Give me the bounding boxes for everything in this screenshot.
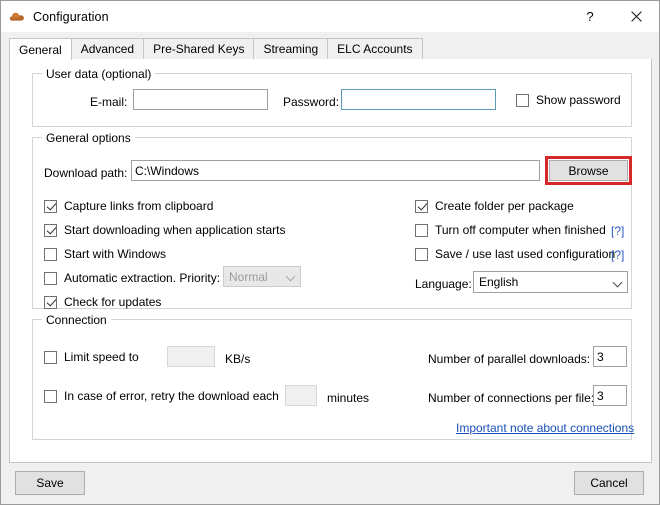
cloud-icon [9,9,25,25]
checkbox-save-use-last-used-configuration[interactable]: Save / use last used configuration [415,248,615,261]
general-options-group: General options Download path: Browse Ca… [32,131,632,309]
checkbox-create-folder-per-package[interactable]: Create folder per package [415,200,574,213]
kbs-label: KB/s [225,352,251,366]
create-folder-checkbox-box [415,200,428,213]
connections-per-file-input[interactable] [593,385,627,406]
general-tab-panel: User data (optional) E-mail: Password: S… [9,59,652,463]
title-bar: Configuration ? [1,1,659,32]
priority-dropdown[interactable]: Normal [223,266,301,287]
browse-button[interactable]: Browse [549,160,628,181]
password-label: Password: [283,95,340,109]
connection-group-title: Connection [42,313,111,327]
retry-minutes-input[interactable] [285,385,317,406]
tab-advanced-label: Advanced [80,42,135,56]
download-path-input[interactable] [131,160,540,181]
limit-speed-input[interactable] [167,346,215,367]
priority-dropdown-value: Normal [229,269,268,284]
tab-strip: General Advanced Pre-Shared Keys Streami… [9,38,652,60]
email-label: E-mail: [90,95,128,109]
tab-general-label: General [19,42,62,57]
general-options-group-title: General options [42,131,135,145]
check-for-updates-label: Check for updates [64,295,162,309]
tab-pre-shared-keys-label: Pre-Shared Keys [153,42,245,56]
save-last-config-help-link[interactable]: [?] [611,248,624,262]
language-label: Language: [415,277,472,291]
save-last-config-checkbox-box [415,248,428,261]
tab-elc-accounts-label: ELC Accounts [337,42,413,56]
turn-off-computer-checkbox-box [415,224,428,237]
download-path-label: Download path: [44,166,128,180]
window-title: Configuration [33,9,109,24]
checkbox-limit-speed-to[interactable]: Limit speed to [44,351,139,364]
configuration-window: Configuration ? General Advanced Pre-Sha… [0,0,660,505]
email-input[interactable] [133,89,268,110]
parallel-downloads-label: Number of parallel downloads: [428,352,591,366]
chevron-down-icon [609,278,627,287]
turn-off-computer-label: Turn off computer when finished [435,223,606,237]
create-folder-label: Create folder per package [435,199,574,213]
tab-pre-shared-keys[interactable]: Pre-Shared Keys [143,38,255,59]
help-button[interactable]: ? [567,1,613,32]
browse-button-highlight: Browse [545,156,632,185]
tab-streaming-label: Streaming [263,42,319,56]
checkbox-turn-off-computer-when-finished[interactable]: Turn off computer when finished [415,224,606,237]
show-password-checkbox-box [516,94,529,107]
start-downloading-checkbox-box [44,224,57,237]
automatic-extraction-checkbox-box [44,272,57,285]
minutes-label: minutes [327,391,370,405]
check-for-updates-checkbox-box [44,296,57,309]
help-button-label: ? [586,9,594,24]
start-with-windows-checkbox-box [44,248,57,261]
capture-links-checkbox-box [44,200,57,213]
checkbox-start-with-windows[interactable]: Start with Windows [44,248,166,261]
start-downloading-label: Start downloading when application start… [64,223,286,237]
checkbox-retry-download[interactable]: In case of error, retry the download eac… [44,390,279,403]
show-password-label: Show password [536,93,621,107]
tab-elc-accounts[interactable]: ELC Accounts [327,38,423,59]
user-data-group: User data (optional) E-mail: Password: S… [32,67,632,127]
checkbox-capture-links-from-clipboard[interactable]: Capture links from clipboard [44,200,213,213]
chevron-down-icon [282,272,300,281]
important-note-link[interactable]: Important note about connections [456,421,634,435]
password-input[interactable] [341,89,496,110]
checkbox-start-downloading-when-application-starts[interactable]: Start downloading when application start… [44,224,285,237]
checkbox-check-for-updates[interactable]: Check for updates [44,296,161,309]
connections-per-file-label: Number of connections per file: [428,391,595,405]
close-icon [630,11,642,22]
save-last-config-label: Save / use last used configuration [435,247,616,261]
tab-streaming[interactable]: Streaming [253,38,329,59]
start-with-windows-label: Start with Windows [64,247,167,261]
turn-off-computer-help-link[interactable]: [?] [611,224,624,238]
retry-download-checkbox-box [44,390,57,403]
parallel-downloads-input[interactable] [593,346,627,367]
save-button[interactable]: Save [15,471,85,495]
retry-download-label: In case of error, retry the download eac… [64,389,279,403]
close-button[interactable] [613,1,659,32]
tab-advanced[interactable]: Advanced [70,38,145,59]
connection-group: Connection Limit speed to KB/s In case o… [32,313,634,440]
user-data-group-title: User data (optional) [42,67,156,81]
limit-speed-label: Limit speed to [64,350,139,364]
capture-links-label: Capture links from clipboard [64,199,214,213]
checkbox-automatic-extraction[interactable]: Automatic extraction. Priority: [44,272,220,285]
language-dropdown[interactable]: English [473,271,628,293]
show-password-checkbox[interactable]: Show password [516,94,621,107]
automatic-extraction-label: Automatic extraction. Priority: [64,271,221,285]
limit-speed-checkbox-box [44,351,57,364]
tab-general[interactable]: General [9,38,72,60]
language-dropdown-value: English [479,275,519,289]
cancel-button[interactable]: Cancel [574,471,644,495]
